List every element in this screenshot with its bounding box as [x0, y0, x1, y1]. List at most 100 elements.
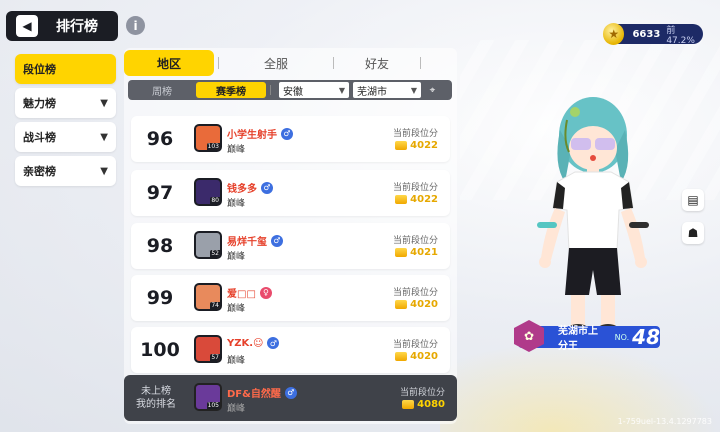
male-icon: ♂	[284, 386, 297, 399]
category-intimacy[interactable]: 亲密榜 ▼	[15, 156, 116, 186]
leaderboard-row[interactable]: 100 57 YZK.☺ ♂ 巅峰 当前段位分 4020	[131, 327, 450, 373]
province-select[interactable]: 安徽 ▼	[279, 82, 349, 98]
city-value: 芜湖市	[357, 86, 387, 98]
tier-label: 巅峰	[227, 356, 246, 366]
category-label: 段位榜	[23, 63, 56, 76]
my-rank-row[interactable]: 未上榜 我的排名 105 DF&自然醒 ♂ 巅峰 当前段位分 4080	[124, 375, 457, 421]
score-label: 当前段位分	[392, 183, 438, 193]
back-button[interactable]: ◀	[16, 15, 38, 37]
score-value: 4022	[395, 140, 438, 151]
tier-label: 巅峰	[227, 304, 246, 314]
chevron-down-icon: ▼	[100, 97, 108, 109]
scope-tabs: 地区 全服 好友	[124, 50, 457, 76]
category-label: 战斗榜	[23, 131, 56, 144]
location-button[interactable]: ⌖	[425, 82, 440, 98]
divider	[420, 57, 421, 69]
level-badge: 105	[206, 402, 220, 409]
info-button[interactable]: i	[126, 16, 145, 35]
medal-icon	[395, 352, 408, 361]
player-name: YZK.☺ ♂	[227, 337, 280, 349]
rank-number: 98	[146, 235, 174, 257]
category-rank[interactable]: 段位榜	[15, 54, 116, 84]
player-name-text: 小学生射手	[227, 130, 277, 141]
player-name: DF&自然醒 ♂	[227, 385, 297, 400]
filter-bar: 周榜 赛季榜 安徽 ▼ 芜湖市 ▼ ⌖	[128, 80, 452, 100]
score-text: 4022	[410, 194, 438, 205]
province-value: 安徽	[283, 86, 303, 98]
badge-no-label: NO.	[614, 332, 630, 342]
tier-label: 巅峰	[227, 145, 246, 155]
period-weekly[interactable]: 周榜	[128, 82, 196, 98]
level-badge: 103	[206, 143, 220, 150]
player-character	[537, 97, 649, 336]
leaderboard-row[interactable]: 99 74 爱□□ ♀ 巅峰 当前段位分 4020	[131, 275, 450, 321]
character-button[interactable]: ☗	[682, 222, 704, 244]
score-label: 当前段位分	[392, 236, 438, 246]
avatar[interactable]: 52	[194, 231, 222, 259]
player-name: 钱多多 ♂	[227, 180, 273, 195]
category-label: 魅力榜	[23, 97, 56, 110]
avatar[interactable]: 57	[194, 335, 222, 363]
score-label: 当前段位分	[392, 129, 438, 139]
level-badge: 80	[210, 197, 220, 204]
avatar[interactable]: 103	[194, 124, 222, 152]
score-text: 4020	[410, 351, 438, 362]
document-icon: ▤	[687, 193, 699, 207]
score-value: 4020	[395, 351, 438, 362]
percentile-value: 前47.2%	[666, 25, 695, 46]
my-rank-label: 未上榜 我的排名	[132, 385, 180, 411]
player-name-text: 易烊千玺	[227, 237, 267, 248]
period-label: 赛季榜	[216, 86, 246, 98]
player-name: 易烊千玺 ♂	[227, 233, 283, 248]
divider	[270, 85, 271, 95]
score-label: 当前段位分	[392, 288, 438, 298]
tab-friends[interactable]: 好友	[334, 50, 420, 76]
page-title: 排行榜	[56, 19, 98, 35]
avatar[interactable]: 80	[194, 178, 222, 206]
player-name: 小学生射手 ♂	[227, 126, 293, 141]
city-select[interactable]: 芜湖市 ▼	[353, 82, 421, 98]
rules-button[interactable]: ▤	[682, 189, 704, 211]
medal-icon	[395, 141, 408, 150]
player-name-text: YZK.☺	[227, 337, 264, 349]
header-bar: ◀ 排行榜	[6, 11, 118, 41]
player-name-text: 钱多多	[227, 184, 257, 195]
version-text: 1-759uel-13.4.1297783	[617, 417, 712, 426]
leaderboard-row[interactable]: 96 103 小学生射手 ♂ 巅峰 当前段位分 4022	[131, 116, 450, 162]
chevron-down-icon: ▼	[100, 165, 108, 177]
level-badge: 57	[210, 354, 220, 361]
info-icon: i	[133, 18, 138, 33]
player-name-text: DF&自然醒	[227, 389, 281, 400]
arrow-left-icon: ◀	[22, 19, 32, 33]
avatar[interactable]: 74	[194, 283, 222, 311]
rank-points-display[interactable]: ★ 6633 前47.2%	[603, 23, 703, 46]
score-value: 4080	[402, 399, 445, 410]
category-battle[interactable]: 战斗榜 ▼	[15, 122, 116, 152]
badge-number: 48	[632, 325, 660, 349]
tier-label: 巅峰	[227, 199, 246, 209]
score-value: 4022	[395, 194, 438, 205]
category-label: 亲密榜	[23, 165, 56, 178]
category-charm[interactable]: 魅力榜 ▼	[15, 88, 116, 118]
player-name-text: 爱□□	[227, 289, 256, 300]
male-icon: ♂	[271, 234, 283, 247]
title-badge[interactable]: ✿ 芜湖市上分王 NO. 48	[514, 320, 660, 352]
leaderboard-row[interactable]: 97 80 钱多多 ♂ 巅峰 当前段位分 4022	[131, 170, 450, 216]
my-rank-text: 我的排名	[136, 399, 176, 410]
ghost-icon: ☗	[687, 226, 699, 240]
period-season[interactable]: 赛季榜	[196, 82, 266, 98]
tab-server[interactable]: 全服	[219, 50, 333, 76]
tab-region[interactable]: 地区	[124, 50, 214, 76]
location-pin-icon: ⌖	[429, 84, 436, 96]
rank-number: 96	[146, 128, 174, 150]
period-label: 周榜	[152, 86, 172, 98]
tier-label: 巅峰	[227, 404, 246, 414]
tab-label: 地区	[156, 56, 181, 71]
medal-icon	[395, 300, 408, 309]
score-text: 4020	[410, 299, 438, 310]
chevron-down-icon: ▼	[410, 85, 417, 95]
chevron-down-icon: ▼	[338, 85, 345, 95]
chevron-down-icon: ▼	[100, 131, 108, 143]
avatar[interactable]: 105	[194, 383, 222, 411]
leaderboard-row[interactable]: 98 52 易烊千玺 ♂ 巅峰 当前段位分 4021	[131, 223, 450, 269]
